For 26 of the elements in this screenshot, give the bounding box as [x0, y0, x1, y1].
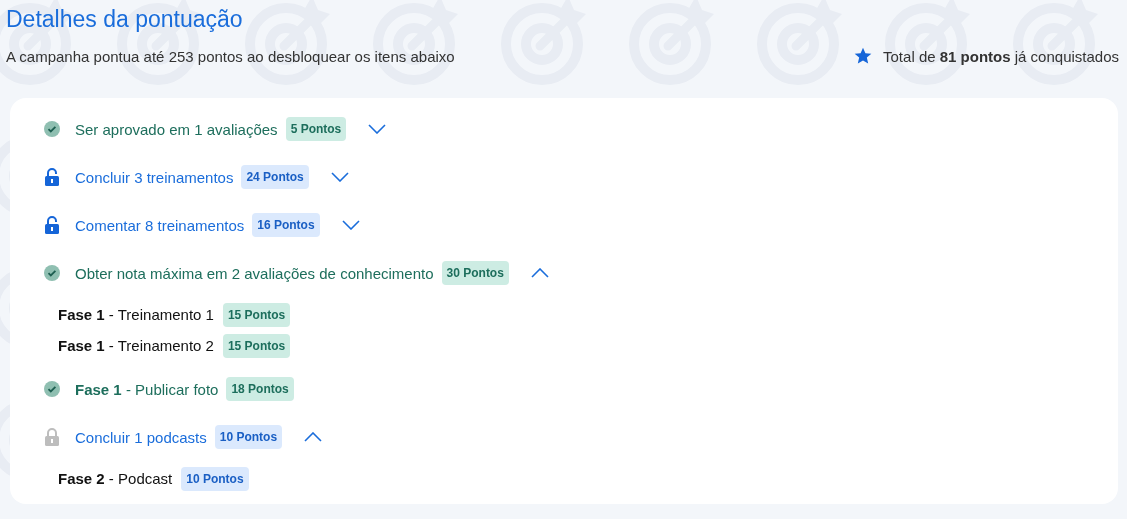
points-tag: 30 Pontos — [441, 261, 509, 285]
stage-label: Fase 2 - Podcast — [58, 470, 173, 487]
stage-label: Fase 1 - Treinamento 2 — [58, 337, 214, 354]
subtitle: A campanha pontua até 253 pontos ao desbloquear os itens abaixo — [6, 47, 455, 65]
chevron-up-icon[interactable] — [530, 268, 549, 278]
page-title: Detalhes da pontuação — [6, 5, 244, 34]
points-tag: 15 Pontos — [222, 302, 291, 327]
chevron-down-icon[interactable] — [330, 172, 349, 182]
stage-label: Fase 1 - Treinamento 1 — [58, 306, 214, 323]
points-tag: 10 Pontos — [181, 466, 249, 491]
points-tag: 5 Pontos — [285, 117, 347, 141]
points-tag: 15 Pontos — [222, 333, 291, 358]
total-points: Total de 81 pontos já conquistados — [883, 47, 1119, 65]
chevron-up-icon[interactable] — [304, 432, 323, 442]
goal-label: Obter nota máxima em 2 avaliações de conhecimento — [75, 264, 434, 282]
points-tag: 18 Pontos — [226, 377, 294, 401]
goal-label: Fase 1 - Publicar foto — [75, 380, 219, 398]
chevron-down-icon[interactable] — [341, 220, 360, 230]
goal-label: Concluir 3 treinamentos — [75, 168, 234, 186]
points-tag: 24 Pontos — [241, 165, 309, 189]
goal-label: Concluir 1 podcasts — [75, 428, 207, 446]
points-tag: 10 Pontos — [214, 425, 283, 449]
chevron-down-icon[interactable] — [368, 124, 387, 134]
goal-label: Comentar 8 treinamentos — [75, 216, 245, 234]
points-tag: 16 Pontos — [252, 213, 320, 237]
goal-label: Ser aprovado em 1 avaliações — [75, 120, 278, 138]
